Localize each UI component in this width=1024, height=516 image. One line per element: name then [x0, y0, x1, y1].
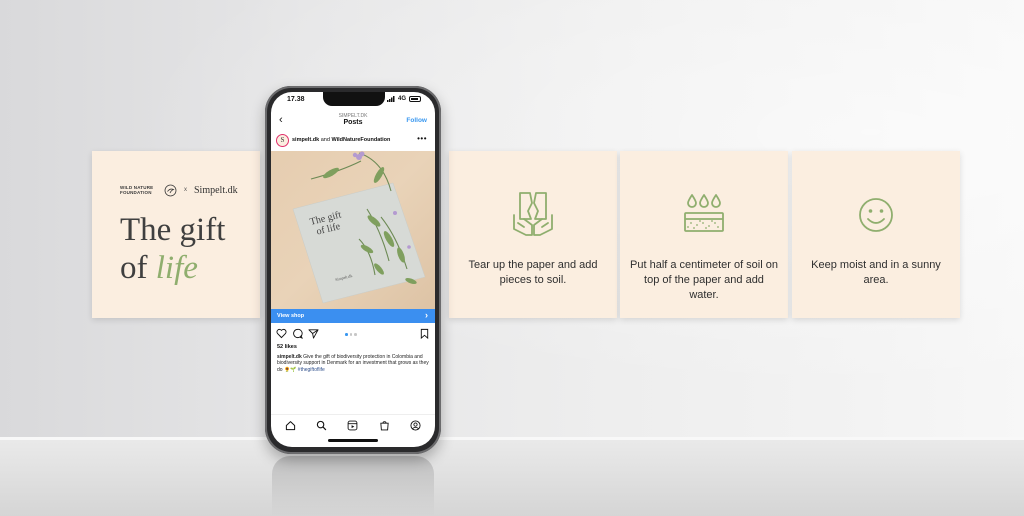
chevron-right-icon: › [425, 310, 428, 320]
post-user-name: simpelt.dk [292, 137, 320, 143]
soil-water-drops-icon [684, 194, 724, 232]
collab-separator: x [184, 187, 187, 193]
profile-icon[interactable] [410, 420, 421, 431]
status-indicators: 4G [386, 96, 421, 102]
home-indicator[interactable] [328, 439, 378, 442]
step-text-tear: Tear up the paper and add pieces to soil… [468, 259, 598, 286]
status-time: 17.38 [287, 96, 305, 103]
post-header: S simpelt.dk and WildNatureFoundation ••… [271, 133, 435, 149]
view-shop-bar[interactable]: View shop › [271, 309, 435, 323]
title-life: life [155, 250, 198, 286]
title-line-2: of life [120, 249, 250, 287]
caption-user[interactable]: simpelt.dk [277, 354, 302, 360]
post-photo-illustration [292, 151, 426, 304]
title-line-1: The gift [120, 212, 226, 248]
carousel-dot [349, 333, 352, 336]
bookmark-icon[interactable] [419, 328, 430, 339]
follow-button[interactable]: Follow [406, 117, 427, 124]
simpelt-logo: Simpelt.dk [194, 184, 238, 196]
phone-notch [323, 92, 385, 106]
post-caption: simpelt.dk Give the gift of biodiversity… [277, 354, 429, 373]
posts-header: ‹ SIMPELT.DK Posts Follow [271, 111, 435, 131]
phone-reflection [272, 456, 434, 516]
caption-hashtag[interactable]: #thegiftoflife [298, 367, 325, 373]
smiley-face-icon [859, 198, 893, 232]
post-and: and [319, 137, 332, 143]
step-text-soil-water: Put half a centimeter of soil on top of … [630, 259, 778, 301]
step-card-tear: Tear up the paper and add pieces to soil… [449, 151, 617, 318]
bottom-tab-bar [271, 414, 435, 436]
share-icon[interactable] [308, 328, 319, 339]
avatar[interactable]: S [276, 134, 289, 147]
home-icon[interactable] [285, 420, 296, 431]
smartphone: 17.38 4G ‹ SIMPELT.DK Posts Follow S sim… [265, 86, 441, 454]
signal-icon [386, 96, 395, 102]
carousel-dot-active [345, 333, 348, 336]
network-label: 4G [397, 96, 406, 102]
reels-icon[interactable] [347, 420, 358, 431]
likes-count[interactable]: 52 likes [277, 344, 297, 350]
comment-icon[interactable] [292, 328, 303, 339]
gift-title: The gift of life [120, 211, 250, 287]
carousel-indicator [345, 333, 357, 336]
carousel-dot [354, 333, 357, 336]
post-image[interactable]: The gift of life Simpelt.dk [271, 151, 435, 309]
tear-paper-hands-icon [513, 192, 553, 236]
heart-icon[interactable] [276, 328, 287, 339]
step-card-soil-water: Put half a centimeter of soil on top of … [620, 151, 788, 318]
battery-icon [409, 96, 421, 102]
step-card-sunny: Keep moist and in a sunny area. [792, 151, 960, 318]
more-options-icon[interactable]: ••• [417, 134, 427, 143]
wild-nature-foundation-logo: WILD NATURE FOUNDATION [120, 185, 154, 195]
search-icon[interactable] [316, 420, 327, 431]
table-surface [0, 437, 1024, 516]
title-of: of [120, 250, 156, 286]
brand-card: WILD NATURE FOUNDATION x Simpelt.dk The … [92, 151, 260, 318]
bird-emblem-icon [164, 184, 177, 196]
post-author[interactable]: simpelt.dk and WildNatureFoundation [292, 137, 390, 143]
phone-screen: 17.38 4G ‹ SIMPELT.DK Posts Follow S sim… [271, 92, 435, 447]
brand-logos: WILD NATURE FOUNDATION x Simpelt.dk [120, 182, 250, 198]
view-shop-label: View shop [277, 313, 305, 319]
step-text-sunny: Keep moist and in a sunny area. [811, 259, 941, 286]
post-actions [271, 326, 435, 340]
shop-icon[interactable] [379, 420, 390, 431]
table-edge [0, 437, 1024, 440]
post-collab-name: WildNatureFoundation [331, 137, 391, 143]
